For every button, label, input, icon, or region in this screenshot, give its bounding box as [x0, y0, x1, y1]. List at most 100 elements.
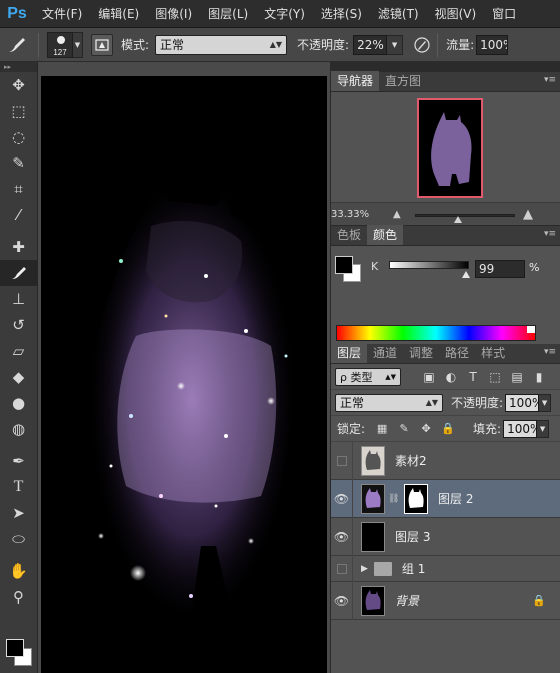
visibility-toggle[interactable] — [331, 555, 353, 582]
quick-select-tool-icon[interactable]: ✎ — [0, 150, 37, 176]
toolbar-collapse-icon[interactable]: ▸▸ — [0, 62, 37, 72]
filter-pixel-icon[interactable]: ▣ — [421, 369, 437, 385]
layer-row[interactable]: 素材2 — [331, 441, 560, 480]
blend-mode-select[interactable]: 正常 ▲▼ — [335, 393, 443, 412]
brush-tool-icon[interactable] — [0, 260, 37, 286]
eyedropper-tool-icon[interactable]: ⁄ — [0, 202, 37, 228]
tab-layers[interactable]: 图层 — [331, 343, 368, 363]
zoom-tool-icon[interactable]: ⚲ — [0, 584, 37, 610]
layer-row[interactable]: 👁 背景 🔒 — [331, 581, 560, 620]
lock-position-icon[interactable]: ✥ — [419, 422, 433, 436]
link-chain-icon[interactable]: ⛓ — [388, 494, 399, 504]
white-swatch-end[interactable] — [527, 326, 535, 333]
visibility-toggle[interactable] — [331, 441, 353, 480]
fill-dropdown[interactable]: ▼ — [537, 419, 550, 438]
blur-tool-icon[interactable]: ● — [0, 390, 37, 416]
zoom-slider-track[interactable] — [415, 214, 515, 217]
move-tool-icon[interactable]: ✥ — [0, 72, 37, 98]
menu-window[interactable]: 窗口 — [484, 0, 524, 28]
menu-layer[interactable]: 图层(L) — [200, 0, 256, 28]
color-spectrum-bar[interactable] — [336, 325, 536, 341]
foreground-color-swatch[interactable] — [335, 256, 353, 274]
clone-stamp-tool-icon[interactable]: ⊥ — [0, 286, 37, 312]
menu-view[interactable]: 视图(V) — [427, 0, 485, 28]
brush-panel-toggle[interactable] — [91, 33, 113, 56]
layer-name[interactable]: 图层 3 — [395, 528, 430, 545]
tab-styles[interactable]: 样式 — [475, 343, 511, 363]
menu-select[interactable]: 选择(S) — [313, 0, 370, 28]
lock-all-icon[interactable]: 🔒 — [441, 422, 455, 436]
k-slider-thumb[interactable] — [462, 271, 470, 278]
opacity-input[interactable]: 22% — [353, 34, 388, 55]
opacity-dropdown[interactable]: ▼ — [387, 34, 404, 55]
tool-preset-picker[interactable] — [0, 30, 34, 60]
filter-adjustment-icon[interactable]: ◐ — [443, 369, 459, 385]
eye-icon[interactable]: 👁 — [331, 517, 353, 556]
menu-image[interactable]: 图像(I) — [147, 0, 200, 28]
path-select-tool-icon[interactable]: ➤ — [0, 500, 37, 526]
mode-select[interactable]: 正常 ▲▼ — [155, 34, 288, 55]
menu-type[interactable]: 文字(Y) — [256, 0, 313, 28]
group-row[interactable]: ▶ 组 1 — [331, 555, 560, 582]
layer-filter-select[interactable]: ρ 类型 ▲▼ — [335, 367, 401, 386]
panel-menu-icon[interactable]: ▾≡ — [544, 229, 556, 239]
crop-tool-icon[interactable]: ⌗ — [0, 176, 37, 202]
canvas-area[interactable] — [38, 62, 330, 673]
fill-input[interactable]: 100% — [503, 419, 541, 438]
brush-preset-preview[interactable]: 127 — [47, 31, 73, 58]
layer-mask-thumbnail[interactable] — [404, 483, 428, 514]
k-channel-slider[interactable] — [389, 261, 469, 269]
history-brush-tool-icon[interactable]: ↺ — [0, 312, 37, 338]
k-channel-input[interactable]: 99 — [475, 260, 525, 278]
panel-menu-icon[interactable]: ▾≡ — [544, 75, 556, 85]
dodge-tool-icon[interactable]: ◍ — [0, 416, 37, 442]
layer-row[interactable]: 👁 图层 3 — [331, 517, 560, 556]
flow-input[interactable]: 100% — [476, 34, 509, 55]
eraser-tool-icon[interactable]: ▱ — [0, 338, 37, 364]
type-tool-icon[interactable]: T — [0, 474, 37, 500]
menu-edit[interactable]: 编辑(E) — [90, 0, 147, 28]
paint-bucket-tool-icon[interactable]: ◆ — [0, 364, 37, 390]
document-canvas[interactable] — [41, 76, 327, 673]
menu-file[interactable]: 文件(F) — [34, 0, 90, 28]
pressure-opacity-button[interactable] — [411, 34, 433, 56]
panel-menu-icon[interactable]: ▾≡ — [544, 347, 556, 357]
group-name[interactable]: 组 1 — [402, 560, 425, 577]
tab-adjustments[interactable]: 调整 — [403, 343, 439, 363]
layer-opacity-dropdown[interactable]: ▼ — [539, 393, 552, 412]
zoom-slider-thumb[interactable] — [454, 216, 462, 223]
pen-tool-icon[interactable]: ✒ — [0, 448, 37, 474]
tab-paths[interactable]: 路径 — [439, 343, 475, 363]
healing-brush-tool-icon[interactable]: ✚ — [0, 234, 37, 260]
lock-transparent-icon[interactable]: ▦ — [375, 422, 389, 436]
layer-name[interactable]: 图层 2 — [438, 490, 473, 507]
navigator-thumbnail[interactable] — [417, 98, 483, 198]
zoom-out-icon[interactable]: ▲ — [393, 209, 401, 220]
filter-smart-object-icon[interactable]: ▤ — [509, 369, 525, 385]
menu-filter[interactable]: 滤镜(T) — [370, 0, 427, 28]
layer-opacity-input[interactable]: 100% — [505, 393, 543, 412]
filter-shape-icon[interactable]: ⬚ — [487, 369, 503, 385]
ellipse-tool-icon[interactable]: ⬭ — [0, 526, 37, 552]
layer-row-selected[interactable]: 👁 ⛓ 图层 2 — [331, 479, 560, 518]
tab-histogram[interactable]: 直方图 — [379, 71, 427, 91]
tab-color[interactable]: 颜色 — [367, 225, 404, 245]
tab-navigator[interactable]: 导航器 — [331, 71, 380, 91]
layer-name[interactable]: 素材2 — [395, 452, 427, 469]
brush-picker-dropdown[interactable]: ▼ — [73, 31, 83, 58]
eye-icon[interactable]: 👁 — [331, 581, 353, 620]
hand-tool-icon[interactable]: ✋ — [0, 558, 37, 584]
lock-pixels-icon[interactable]: ✎ — [397, 422, 411, 436]
eye-icon[interactable]: 👁 — [331, 479, 353, 518]
filter-type-icon[interactable]: T — [465, 369, 481, 385]
tab-swatches[interactable]: 色板 — [331, 225, 367, 245]
lasso-tool-icon[interactable]: ◌ — [0, 124, 37, 150]
filter-toggle-icon[interactable]: ▮ — [531, 369, 547, 385]
expand-triangle-icon[interactable]: ▶ — [361, 564, 368, 574]
marquee-tool-icon[interactable]: ⬚ — [0, 98, 37, 124]
foreground-color-swatch[interactable] — [6, 639, 24, 657]
zoom-in-icon[interactable]: ▲ — [523, 207, 533, 222]
layer-name[interactable]: 背景 — [395, 592, 419, 609]
zoom-percent[interactable]: 33.33% — [331, 209, 371, 220]
tab-channels[interactable]: 通道 — [367, 343, 403, 363]
